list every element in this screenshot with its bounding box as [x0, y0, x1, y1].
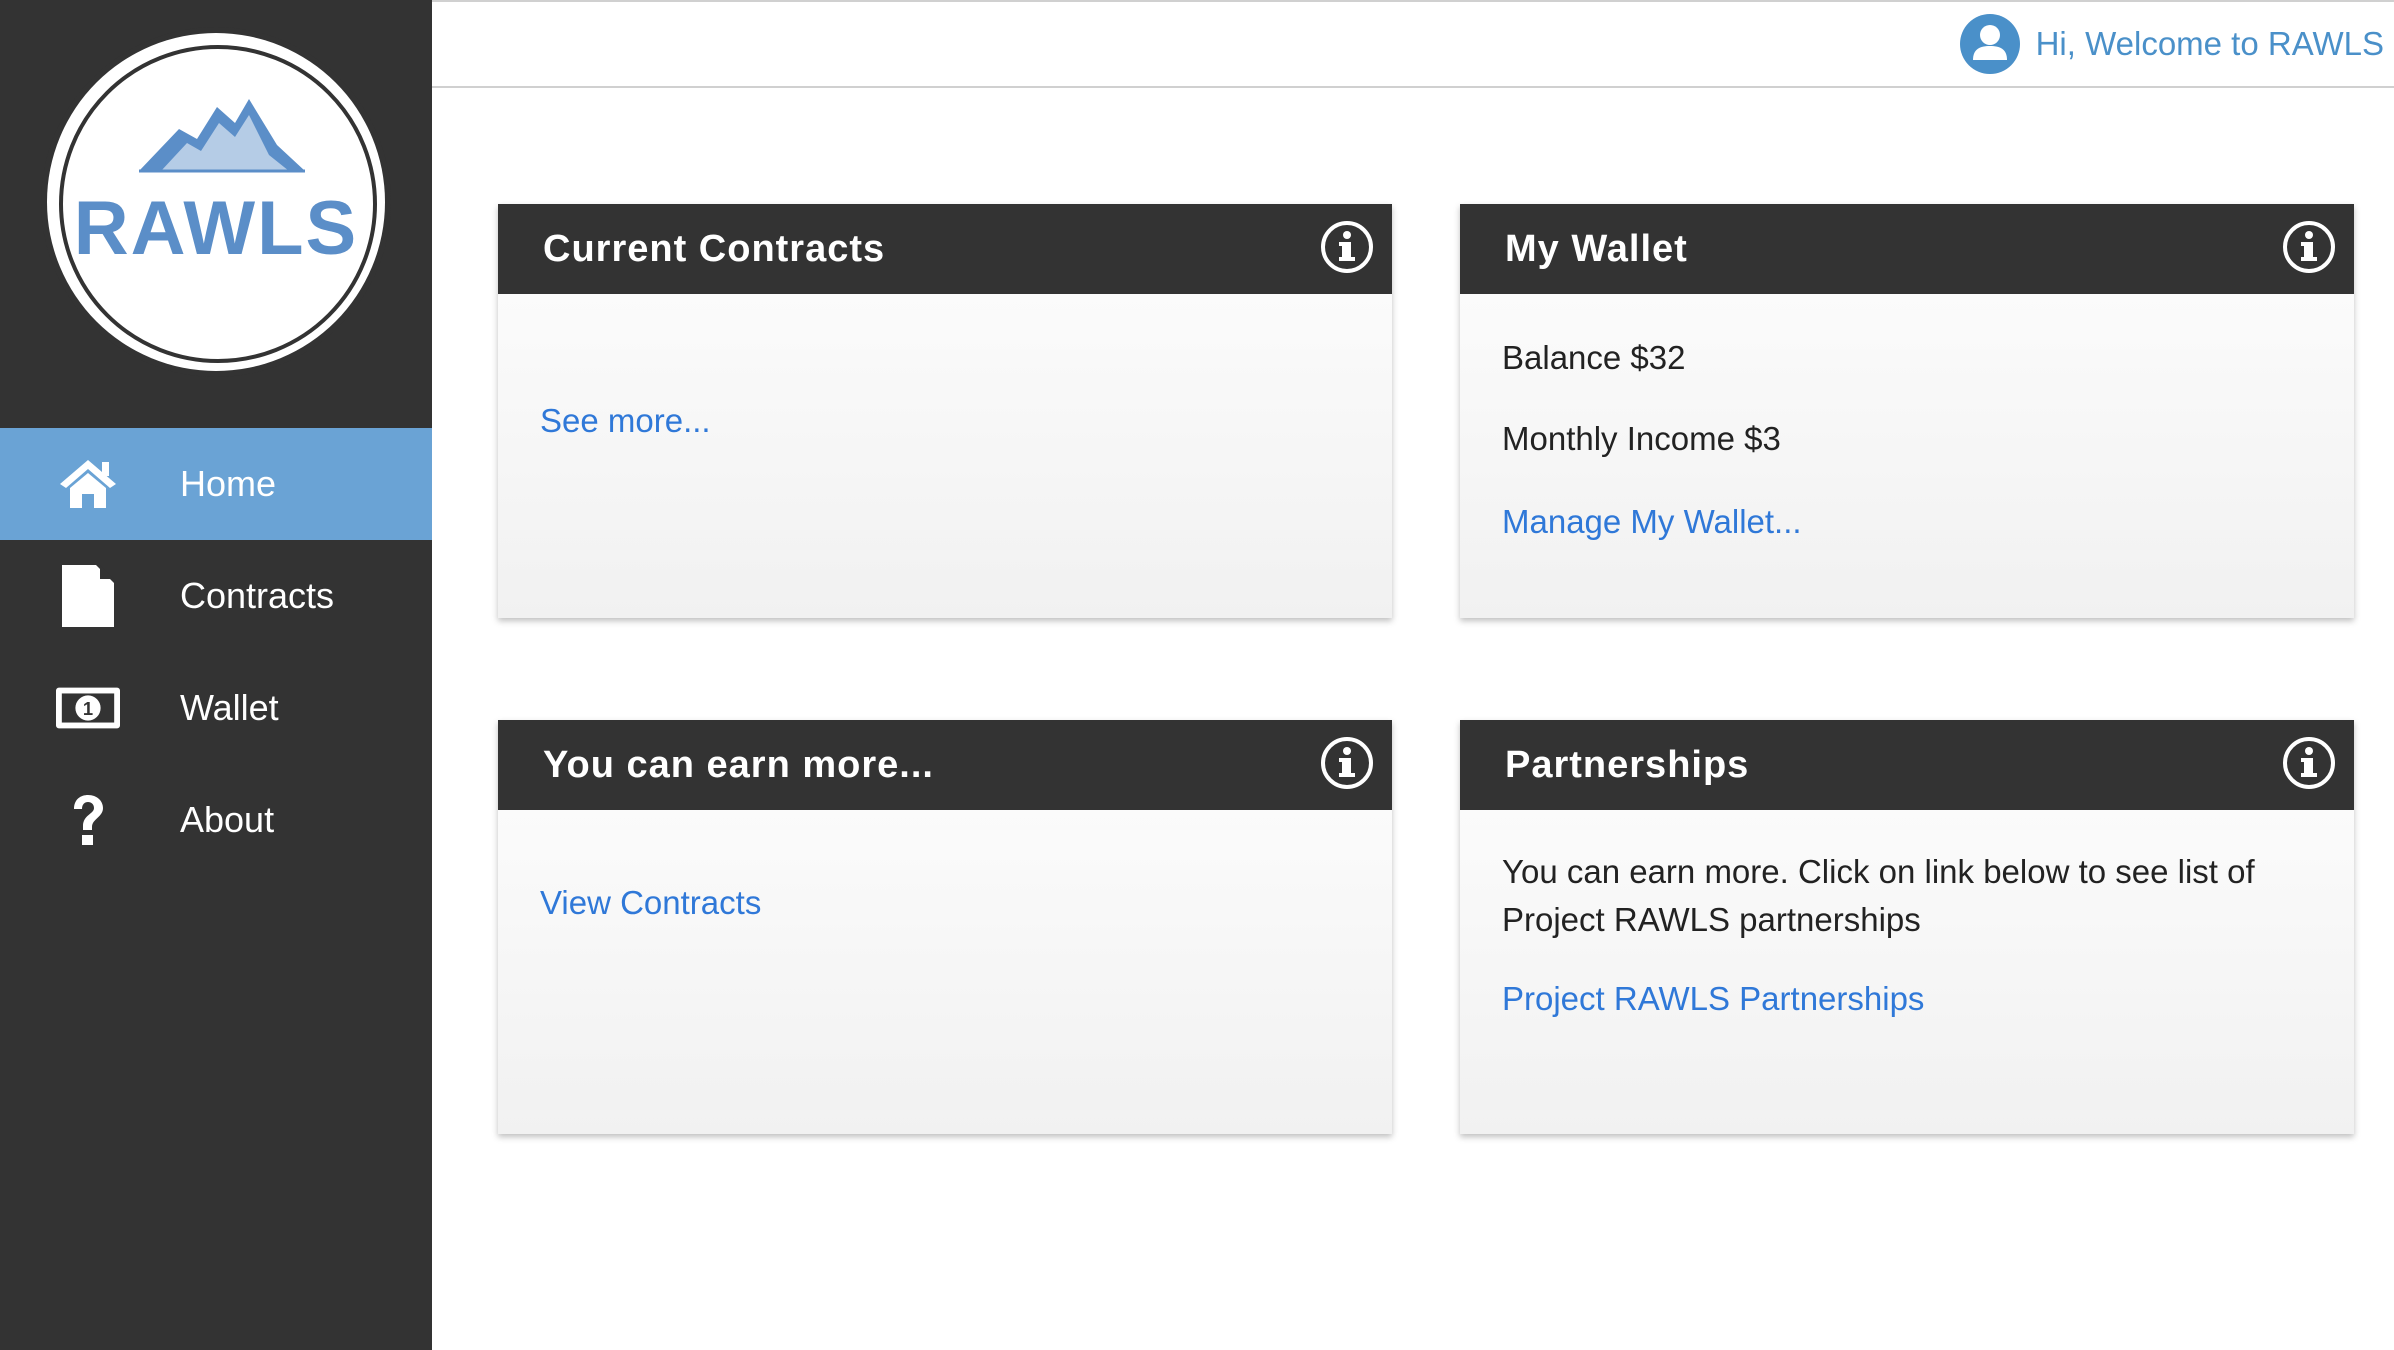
question-icon	[56, 788, 120, 852]
rawls-logo[interactable]: RAWLS	[41, 27, 391, 377]
sidebar-item-home[interactable]: Home	[0, 428, 432, 540]
info-icon[interactable]	[1320, 220, 1374, 274]
home-icon	[56, 452, 120, 516]
manage-wallet-link[interactable]: Manage My Wallet...	[1502, 503, 1802, 541]
card-body: See more...	[498, 294, 1392, 618]
sidebar-item-about[interactable]: About	[0, 764, 432, 876]
partnerships-card: Partnerships You can earn more. Click on…	[1460, 720, 2354, 1134]
card-title: Partnerships	[1505, 744, 1750, 786]
card-body: View Contracts	[498, 810, 1392, 1134]
partnerships-description-line2: Project RAWLS partnerships	[1502, 901, 1921, 938]
sidebar-item-label: Home	[180, 463, 277, 504]
view-contracts-link[interactable]: View Contracts	[540, 884, 761, 922]
card-body: You can earn more. Click on link below t…	[1460, 810, 2354, 1134]
user-avatar-icon	[1959, 14, 2020, 74]
card-title: My Wallet	[1505, 228, 1688, 270]
sidebar-item-wallet[interactable]: 1 Wallet	[0, 652, 432, 764]
logo-text: RAWLS	[73, 186, 359, 271]
card-header: My Wallet	[1460, 204, 2354, 294]
card-body: Balance $32 Monthly Income $3 Manage My …	[1460, 294, 2354, 618]
card-title: You can earn more...	[543, 744, 934, 786]
card-title: Current Contracts	[543, 228, 886, 270]
current-contracts-card: Current Contracts See more...	[498, 204, 1392, 618]
greeting-text: Hi, Welcome to RAWLS	[2035, 25, 2384, 62]
balance-text: Balance $32	[1502, 339, 1686, 376]
document-icon	[56, 564, 120, 628]
my-wallet-card: My Wallet Balance $32 Monthly Income $3 …	[1460, 204, 2354, 618]
earn-more-card: You can earn more... View Contracts	[498, 720, 1392, 1134]
info-icon[interactable]	[2282, 220, 2336, 274]
project-partnerships-link[interactable]: Project RAWLS Partnerships	[1502, 980, 1924, 1018]
partnerships-description-line1: You can earn more. Click on link below t…	[1502, 853, 2255, 890]
sidebar-item-contracts[interactable]: Contracts	[0, 540, 432, 652]
svg-text:1: 1	[83, 698, 93, 719]
logo-circle: RAWLS	[47, 33, 385, 371]
user-greeting[interactable]: Hi, Welcome to RAWLS	[1959, 14, 2384, 74]
card-header: You can earn more...	[498, 720, 1392, 810]
money-icon: 1	[56, 676, 120, 740]
top-bar: Hi, Welcome to RAWLS	[432, 0, 2394, 88]
sidebar-item-label: Contracts	[180, 575, 335, 616]
card-header: Partnerships	[1460, 720, 2354, 810]
sidebar-item-label: About	[180, 799, 275, 840]
info-icon[interactable]	[1320, 736, 1374, 790]
monthly-income-text: Monthly Income $3	[1502, 420, 1781, 457]
sidebar-nav: Home Contracts 1 Wallet About	[0, 428, 432, 876]
see-more-link[interactable]: See more...	[540, 402, 711, 440]
sidebar-item-label: Wallet	[180, 687, 279, 728]
card-header: Current Contracts	[498, 204, 1392, 294]
sidebar: RAWLS Home Contracts 1 Wallet About	[0, 0, 432, 1350]
info-icon[interactable]	[2282, 736, 2336, 790]
mountain-icon	[139, 99, 305, 173]
